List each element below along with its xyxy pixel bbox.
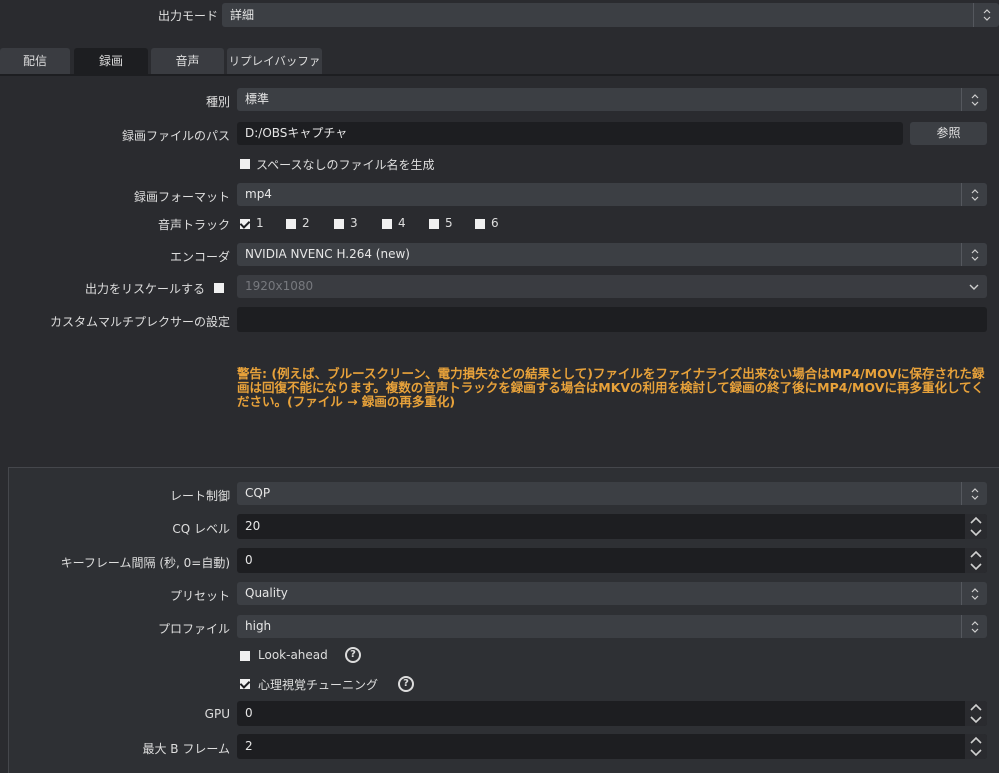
tab-divider <box>0 74 999 76</box>
type-select[interactable]: 標準 <box>237 88 987 111</box>
max-b-frames-label: 最大 B フレーム <box>142 742 230 756</box>
chevron-updown-icon <box>961 615 987 638</box>
encoder-select[interactable]: NVIDIA NVENC H.264 (new) <box>237 243 987 266</box>
chevron-down-icon <box>961 275 987 298</box>
profile-select[interactable]: high <box>237 615 987 638</box>
no-space-checkbox[interactable] <box>240 159 250 169</box>
profile-value: high <box>245 619 272 633</box>
psycho-visual-checkbox[interactable] <box>240 679 250 689</box>
spin-up-icon[interactable] <box>965 548 987 561</box>
output-mode-label: 出力モード <box>157 9 218 23</box>
spin-arrows[interactable] <box>965 548 987 573</box>
gpu-value: 0 <box>245 706 253 720</box>
chevron-updown-icon <box>961 88 987 111</box>
gpu-label: GPU <box>204 707 230 721</box>
spin-down-icon[interactable] <box>965 527 987 540</box>
gpu-spinbox[interactable]: 0 <box>237 701 987 726</box>
chevron-updown-icon <box>961 482 987 505</box>
track-6-checkbox[interactable] <box>475 219 485 229</box>
track-3-label: 3 <box>350 216 358 230</box>
rate-control-select[interactable]: CQP <box>237 482 987 505</box>
keyframe-spinbox[interactable]: 0 <box>237 548 987 573</box>
spin-down-icon[interactable] <box>965 714 987 727</box>
tab-stream-label: 配信 <box>22 54 47 68</box>
type-label: 種別 <box>205 95 230 109</box>
spin-arrows[interactable] <box>965 701 987 726</box>
browse-button[interactable]: 参照 <box>910 122 987 145</box>
tab-replay-buffer-label: リプレイバッファ <box>228 54 321 68</box>
encoder-value: NVIDIA NVENC H.264 (new) <box>245 247 410 261</box>
rate-control-value: CQP <box>245 486 271 500</box>
track-1-label: 1 <box>256 216 264 230</box>
tab-audio-label: 音声 <box>175 54 200 68</box>
psycho-visual-label: 心理視覚チューニング <box>258 678 379 692</box>
preset-label: プリセット <box>169 589 230 603</box>
help-icon[interactable]: ? <box>345 647 361 663</box>
track-1-checkbox[interactable] <box>240 219 250 229</box>
track-2-label: 2 <box>302 216 310 230</box>
max-b-frames-spinbox[interactable]: 2 <box>237 734 987 759</box>
spin-up-icon[interactable] <box>965 734 987 747</box>
track-3-checkbox[interactable] <box>334 219 344 229</box>
audio-track-label: 音声トラック <box>157 218 230 232</box>
muxer-label: カスタムマルチプレクサーの設定 <box>49 315 230 329</box>
format-value: mp4 <box>245 187 272 201</box>
lookahead-label: Look-ahead <box>258 648 328 662</box>
keyframe-value: 0 <box>245 553 253 567</box>
cq-level-spinbox[interactable]: 20 <box>237 514 987 539</box>
rescale-label: 出力をリスケールする <box>84 282 205 296</box>
cq-level-value: 20 <box>245 519 261 533</box>
preset-select[interactable]: Quality <box>237 582 987 605</box>
muxer-input[interactable] <box>237 307 987 332</box>
encoder-label: エンコーダ <box>169 250 230 264</box>
tab-audio[interactable]: 音声 <box>151 48 224 74</box>
tab-replay-buffer[interactable]: リプレイバッファ <box>227 48 322 74</box>
format-select[interactable]: mp4 <box>237 183 987 206</box>
rate-control-label: レート制御 <box>169 489 230 503</box>
preset-value: Quality <box>245 586 288 600</box>
rescale-select[interactable]: 1920x1080 <box>237 275 987 298</box>
spin-arrows[interactable] <box>965 514 987 539</box>
chevron-updown-icon <box>961 243 987 266</box>
spin-arrows[interactable] <box>965 734 987 759</box>
spin-up-icon[interactable] <box>965 514 987 527</box>
tab-recording-label: 録画 <box>98 54 123 68</box>
format-label: 録画フォーマット <box>133 190 230 204</box>
spin-down-icon[interactable] <box>965 561 987 574</box>
rescale-checkbox[interactable] <box>214 283 224 293</box>
track-4-label: 4 <box>398 216 406 230</box>
output-mode-value: 詳細 <box>230 8 255 22</box>
track-5-checkbox[interactable] <box>429 219 439 229</box>
track-2-checkbox[interactable] <box>286 219 296 229</box>
tab-recording[interactable]: 録画 <box>74 48 148 74</box>
type-value: 標準 <box>245 92 270 106</box>
path-input[interactable]: D:/OBSキャプチャ <box>237 122 903 145</box>
chevron-updown-icon <box>961 582 987 605</box>
output-mode-select[interactable]: 詳細 <box>222 3 999 27</box>
profile-label: プロファイル <box>157 622 230 636</box>
spin-down-icon[interactable] <box>965 747 987 760</box>
chevron-updown-icon <box>973 3 999 27</box>
track-5-label: 5 <box>445 216 453 230</box>
cq-level-label: CQ レベル <box>172 522 230 536</box>
keyframe-label: キーフレーム間隔 (秒, 0=自動) <box>60 556 230 570</box>
path-label: 録画ファイルのパス <box>121 129 230 143</box>
mp4-warning-text: 警告: (例えば、ブルースクリーン、電力損失などの結果として)ファイルをファイナ… <box>237 366 985 409</box>
lookahead-checkbox[interactable] <box>240 651 250 661</box>
max-b-frames-value: 2 <box>245 739 253 753</box>
spin-up-icon[interactable] <box>965 701 987 714</box>
tab-stream[interactable]: 配信 <box>0 48 70 74</box>
track-6-label: 6 <box>491 216 499 230</box>
path-value: D:/OBSキャプチャ <box>245 126 348 140</box>
track-4-checkbox[interactable] <box>382 219 392 229</box>
chevron-updown-icon <box>961 183 987 206</box>
no-space-label: スペースなしのファイル名を生成 <box>256 158 435 172</box>
rescale-value: 1920x1080 <box>245 279 314 293</box>
help-icon[interactable]: ? <box>398 676 414 692</box>
